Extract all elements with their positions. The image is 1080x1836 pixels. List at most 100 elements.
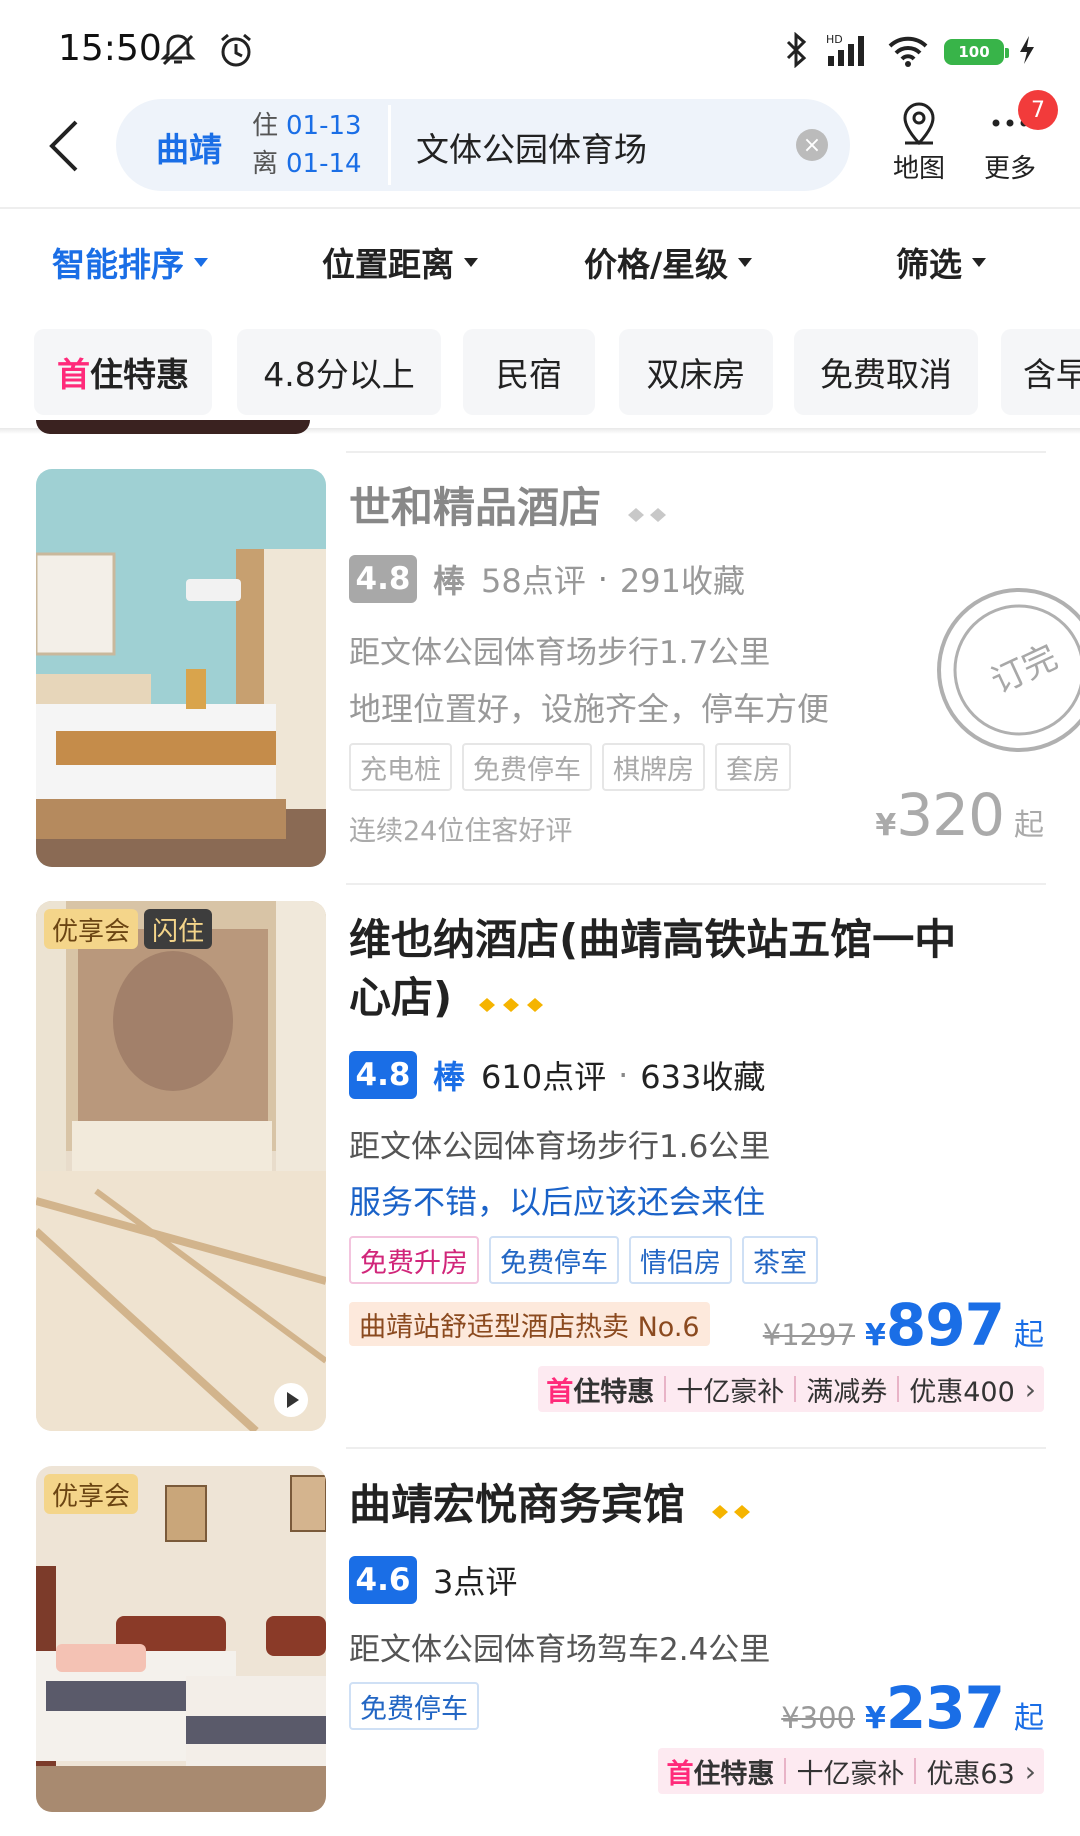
back-arrow-icon	[49, 120, 78, 172]
hotel-name-line2: 心店)	[349, 973, 453, 1022]
review-streak-note: 连续24位住客好评	[349, 816, 573, 847]
promo-strip[interactable]: 首住特惠 十亿豪补 优惠63 ›	[658, 1748, 1044, 1794]
amenity-tag: 免费停车	[462, 743, 592, 791]
clear-icon[interactable]: ×	[796, 129, 828, 161]
status-bar: 15:50 HD 100	[0, 0, 1080, 96]
price-block: ¥300 ¥ 237 起	[781, 1674, 1044, 1742]
hotel-card[interactable]: 优享会 曲靖宏悦商务宾馆 4.6 3点评 距文体公园体育场驾车2.4公里 免费停…	[0, 1466, 1080, 1812]
promo-brand-mark: 首	[666, 1758, 694, 1790]
sort-price-star[interactable]: 价格/星级	[584, 238, 753, 286]
quick-filter-chips: 首住特惠 4.8分以上 民宿 双床房 免费取消 含早	[34, 329, 1080, 415]
promo-divider	[664, 1376, 667, 1402]
original-price: ¥1297	[762, 1318, 856, 1352]
sort-price-label: 价格/星级	[584, 245, 729, 284]
caret-down-icon	[738, 257, 753, 267]
more-label: 更多	[983, 154, 1036, 184]
hotel-name: 曲靖宏悦商务宾馆	[349, 1480, 686, 1529]
dot-separator: ·	[597, 560, 608, 598]
rating-score: 4.8	[349, 555, 417, 603]
promo-item: 优惠400	[909, 1376, 1015, 1408]
chip-label: 住特惠	[90, 355, 189, 394]
price-value: 897	[885, 1291, 1005, 1359]
hotel-name: 世和精品酒店	[349, 483, 602, 532]
diamond-rating-icon	[477, 972, 549, 1030]
map-label: 地图	[892, 154, 945, 184]
sort-bar: 智能排序 位置距离 价格/星级 筛选	[0, 218, 1080, 304]
review-quote: 服务不错，以后应该还会来住	[349, 1183, 766, 1221]
sort-filter[interactable]: 筛选	[896, 238, 986, 286]
review-count: 3点评	[433, 1563, 518, 1601]
keyword-input[interactable]: 文体公园体育场	[416, 123, 647, 171]
price-block: ¥1297 ¥ 897 起	[763, 1291, 1044, 1359]
hotel-card[interactable]: 优享会 闪住 维也纳酒店(曲靖高铁站五馆一中 心店) 4.8 棒 610点评 ·…	[0, 901, 1080, 1431]
chip-free-cancel[interactable]: 免费取消	[794, 329, 978, 415]
amenity-tags: 充电桩 免费停车 棋牌房 套房	[349, 743, 791, 791]
chip-brand-mark: 首	[57, 355, 90, 394]
sort-distance[interactable]: 位置距离	[322, 238, 478, 286]
svg-text:HD: HD	[826, 33, 843, 46]
bluetooth-icon	[782, 31, 812, 72]
card-separator	[346, 1447, 1046, 1449]
chip-rating[interactable]: 4.8分以上	[237, 329, 441, 415]
more-button[interactable]: 更多 7	[970, 90, 1058, 185]
map-pin-icon	[879, 98, 959, 148]
chip-homestay[interactable]: 民宿	[463, 329, 595, 415]
amenity-tag: 茶室	[742, 1236, 818, 1284]
caret-down-icon	[972, 257, 986, 267]
promo-brand: 首住特惠	[666, 1752, 774, 1791]
price-suffix: 起	[1014, 1701, 1044, 1736]
rating-score: 4.6	[349, 1556, 417, 1604]
hotel-card[interactable]: 世和精品酒店 4.8 棒 58点评 · 291收藏 距文体公园体育场步行1.7公…	[0, 469, 1080, 867]
distance-text: 距文体公园体育场驾车2.4公里	[349, 1632, 771, 1668]
promo-brand-rest: 住特惠	[693, 1758, 775, 1790]
checkout-date: 01-14	[286, 149, 362, 179]
hotel-photo	[36, 469, 326, 867]
diamond-rating-icon	[626, 482, 676, 540]
battery-icon: 100	[944, 39, 1009, 65]
distance-text: 距文体公园体育场步行1.7公里	[349, 635, 771, 671]
checkout-label: 离	[252, 149, 279, 179]
price-currency: ¥	[865, 1318, 886, 1353]
price-value: 320	[896, 781, 1005, 849]
favorite-count: 291收藏	[619, 562, 746, 600]
promo-divider	[794, 1376, 797, 1402]
chip-twin-room[interactable]: 双床房	[619, 329, 773, 415]
chip-first-stay-deal[interactable]: 首住特惠	[34, 329, 212, 415]
tag-vip: 优享会	[44, 1474, 139, 1514]
chip-breakfast[interactable]: 含早	[1001, 329, 1080, 415]
distance-text: 距文体公园体育场步行1.6公里	[349, 1129, 771, 1165]
map-button[interactable]: 地图	[879, 98, 959, 185]
charging-icon	[1018, 34, 1036, 70]
city-selector[interactable]: 曲靖	[156, 123, 222, 171]
checkin-label: 住	[252, 111, 279, 141]
amenity-tags: 免费停车	[349, 1682, 479, 1730]
promo-divider	[784, 1758, 787, 1784]
tag-flash-stay: 闪住	[144, 909, 213, 949]
search-box[interactable]: 曲靖 住 01-13 离 01-14 文体公园体育场 ×	[116, 99, 850, 191]
notification-badge: 7	[1018, 90, 1058, 130]
promo-strip[interactable]: 首住特惠 十亿豪补 满减券 优惠400 ›	[538, 1366, 1044, 1412]
alarm-icon	[216, 30, 256, 74]
review-quote: 地理位置好，设施齐全，停车方便	[349, 690, 830, 728]
price-suffix: 起	[1014, 808, 1044, 843]
promo-brand: 首住特惠	[546, 1370, 654, 1409]
promo-item: 十亿豪补	[796, 1758, 905, 1790]
search-divider	[388, 105, 391, 185]
hotel-photo: 优享会 闪住	[36, 901, 326, 1431]
price-block: ¥ 320 起	[875, 781, 1044, 849]
status-time: 15:50	[58, 28, 162, 69]
promo-item: 十亿豪补	[676, 1376, 785, 1408]
back-button[interactable]	[36, 116, 96, 176]
amenity-tag: 免费停车	[349, 1682, 479, 1730]
original-price: ¥300	[781, 1701, 856, 1735]
rating-word: 棒	[433, 562, 466, 600]
caret-down-icon	[464, 257, 478, 267]
sort-smart[interactable]: 智能排序	[52, 238, 208, 286]
signal-icon: HD	[826, 32, 872, 72]
review-count: 610点评	[481, 1058, 607, 1096]
play-video-icon[interactable]	[274, 1383, 308, 1417]
date-selector[interactable]: 住 01-13 离 01-14	[252, 107, 362, 183]
amenity-tag: 免费停车	[489, 1236, 619, 1284]
tag-vip: 优享会	[44, 909, 139, 949]
promo-item: 满减券	[806, 1376, 888, 1408]
